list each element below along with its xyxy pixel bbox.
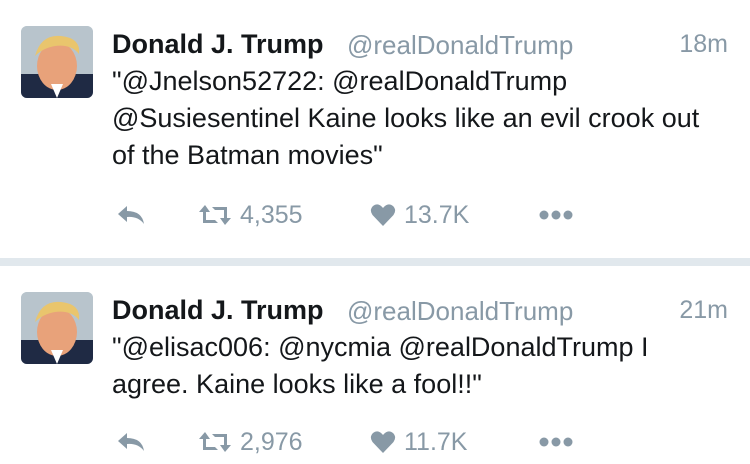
reply-button[interactable] bbox=[116, 422, 146, 462]
reply-icon bbox=[116, 430, 146, 454]
avatar[interactable] bbox=[21, 292, 93, 364]
more-button[interactable] bbox=[539, 422, 573, 462]
like-count: 13.7K bbox=[404, 200, 470, 229]
tweet-actions: 2,976 11.7K bbox=[112, 422, 750, 462]
user-handle[interactable]: @realDonaldTrump bbox=[347, 296, 573, 327]
retweet-button[interactable]: 4,355 bbox=[198, 195, 303, 235]
user-handle[interactable]: @realDonaldTrump bbox=[347, 30, 573, 61]
more-dots-icon bbox=[539, 209, 573, 221]
timestamp[interactable]: 21m bbox=[679, 296, 728, 325]
display-name[interactable]: Donald J. Trump bbox=[112, 29, 324, 60]
tweet-header: Donald J. Trump @realDonaldTrump 21m bbox=[112, 291, 728, 329]
like-button[interactable]: 11.7K bbox=[370, 422, 467, 462]
heart-icon bbox=[370, 430, 396, 454]
more-button[interactable] bbox=[539, 195, 573, 235]
retweet-icon bbox=[198, 203, 232, 227]
tweet-card[interactable]: Donald J. Trump @realDonaldTrump 18m "@J… bbox=[0, 0, 750, 258]
retweet-icon bbox=[198, 430, 232, 454]
tweet-header: Donald J. Trump @realDonaldTrump 18m bbox=[112, 25, 728, 63]
like-button[interactable]: 13.7K bbox=[370, 195, 469, 235]
retweet-button[interactable]: 2,976 bbox=[198, 422, 303, 462]
like-count: 11.7K bbox=[404, 427, 468, 456]
reply-icon bbox=[116, 203, 146, 227]
reply-button[interactable] bbox=[116, 195, 146, 235]
retweet-count: 2,976 bbox=[240, 427, 303, 456]
tweet-card[interactable]: Donald J. Trump @realDonaldTrump 21m "@e… bbox=[0, 266, 750, 464]
more-dots-icon bbox=[539, 436, 573, 448]
display-name[interactable]: Donald J. Trump bbox=[112, 295, 324, 326]
tweet-text: "@Jnelson52722: @realDonaldTrump @Susies… bbox=[112, 66, 700, 170]
timestamp[interactable]: 18m bbox=[679, 30, 728, 59]
tweet-text: "@elisac006: @nycmia @realDonaldTrump I … bbox=[112, 332, 649, 399]
retweet-count: 4,355 bbox=[240, 200, 303, 229]
avatar[interactable] bbox=[21, 26, 93, 98]
heart-icon bbox=[370, 203, 396, 227]
tweet-actions: 4,355 13.7K bbox=[112, 195, 750, 235]
